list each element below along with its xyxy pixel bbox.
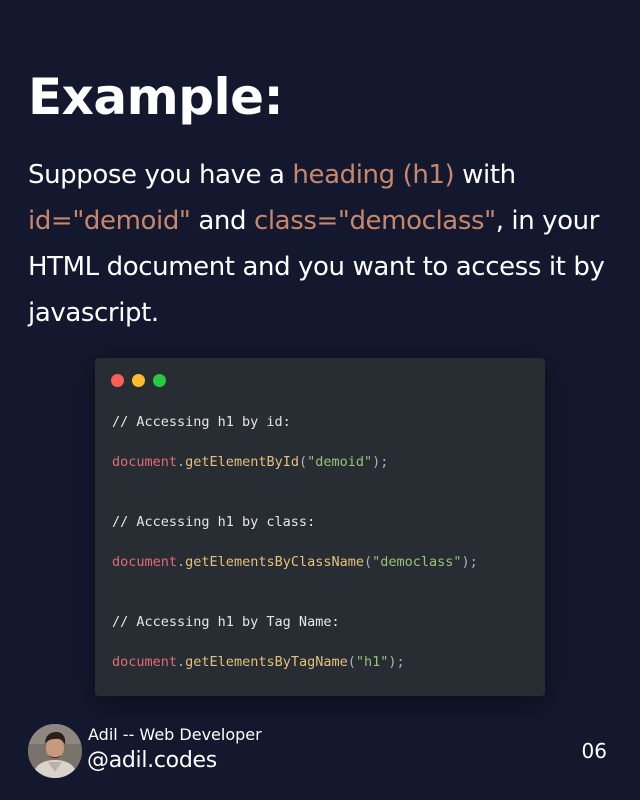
code-function: getElementById (185, 454, 299, 470)
code-line-get-by-tag: document.getElementsByTagName("h1"); (112, 654, 405, 670)
code-string: "h1" (355, 654, 389, 670)
avatar-image (28, 724, 82, 778)
code-object: document (112, 654, 178, 670)
code-dot: . (177, 554, 186, 570)
code-comment-tag: // Accessing h1 by Tag Name: (112, 614, 340, 630)
code-paren-close: ); (461, 554, 478, 570)
intro-paragraph: Suppose you have a heading (h1) with id=… (28, 152, 618, 336)
code-dot: . (177, 454, 186, 470)
code-line-get-by-id: document.getElementById("demoid"); (112, 454, 388, 470)
avatar (28, 724, 82, 778)
intro-highlight-id: id="demoid" (28, 206, 191, 236)
code-paren-close: ); (372, 454, 389, 470)
code-comment-class: // Accessing h1 by class: (112, 514, 316, 530)
code-paren-open: ( (298, 454, 308, 470)
code-window: // Accessing h1 by id: document.getEleme… (95, 358, 545, 696)
code-dot: . (177, 654, 186, 670)
page-number: 06 (581, 739, 607, 763)
code-string: "demoid" (307, 454, 373, 470)
page-title: Example: (28, 68, 284, 126)
code-function: getElementsByClassName (185, 554, 364, 570)
intro-highlight-class: class="democlass" (253, 206, 496, 236)
intro-text: and (190, 206, 254, 236)
code-function: getElementsByTagName (185, 654, 348, 670)
intro-text: Suppose you have a (28, 160, 293, 190)
code-line-get-by-class: document.getElementsByClassName("democla… (112, 554, 478, 570)
code-string: "democlass" (372, 554, 462, 570)
code-block: // Accessing h1 by id: document.getEleme… (112, 358, 478, 670)
maximize-dot-icon (153, 374, 166, 387)
code-object: document (112, 454, 178, 470)
author-name: Adil -- Web Developer (88, 725, 262, 744)
intro-highlight-heading: heading (h1) (292, 160, 455, 190)
intro-text: with (454, 160, 516, 190)
code-paren-close: ); (388, 654, 405, 670)
author-handle: @adil.codes (87, 748, 217, 773)
code-object: document (112, 554, 178, 570)
code-paren-open: ( (347, 654, 356, 670)
code-comment-id: // Accessing h1 by id: (112, 414, 291, 430)
code-paren-open: ( (363, 554, 373, 570)
